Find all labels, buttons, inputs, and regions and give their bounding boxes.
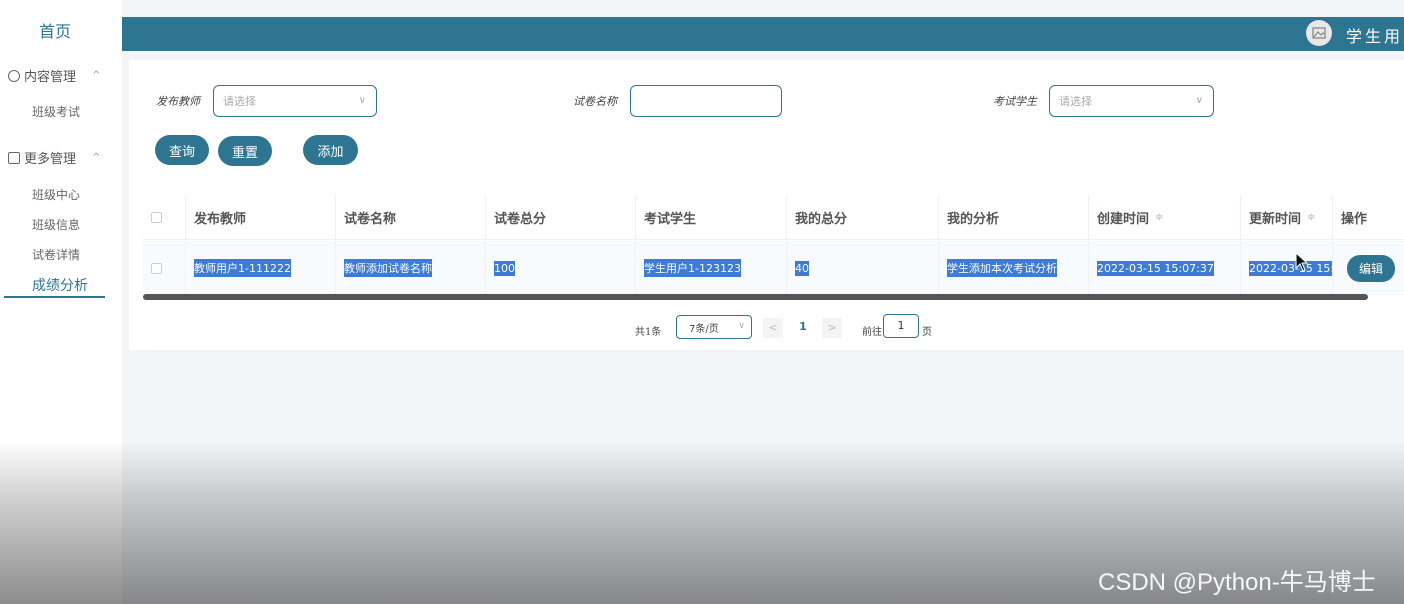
cell-my-total-text: 40: [795, 260, 809, 276]
cell-teacher-text: 教师用户1-111222: [194, 259, 291, 277]
sidebar-item-class-exam[interactable]: 班级考试: [32, 103, 80, 120]
mouse-cursor-icon: [1295, 252, 1309, 272]
cell-action: 编辑: [1332, 241, 1404, 295]
cell-updated: 2022-03-15 15:: [1240, 241, 1332, 295]
goto-page-input[interactable]: 1: [883, 314, 919, 338]
column-header-action: 操作: [1332, 195, 1404, 239]
cell-my-analysis: 学生添加本次考试分析: [938, 241, 1088, 295]
column-header-updated[interactable]: 更新时间 ≑: [1240, 195, 1332, 239]
student-filter-select[interactable]: 请选择 ∨: [1049, 85, 1214, 117]
sidebar-group-label: 内容管理: [24, 70, 77, 85]
active-indicator: [4, 296, 105, 298]
column-header-student: 考试学生: [635, 195, 786, 239]
add-button[interactable]: 添加: [303, 135, 358, 165]
page-suffix-label: 页: [922, 327, 932, 338]
select-all-checkbox[interactable]: [151, 211, 162, 223]
row-select-cell: [143, 241, 185, 295]
sidebar-home-link[interactable]: 首页: [0, 18, 110, 42]
teacher-filter-label: 发布教师: [156, 95, 200, 108]
column-header-my-analysis: 我的分析: [938, 195, 1088, 239]
column-header-created[interactable]: 创建时间 ≑: [1088, 195, 1240, 239]
cell-student: 学生用户1-123123: [635, 241, 786, 295]
sidebar-item-class-center[interactable]: 班级中心: [32, 186, 80, 203]
created-header-label: 创建时间: [1097, 211, 1150, 227]
sidebar-group-content[interactable]: 内容管理 ^: [8, 66, 100, 85]
teacher-filter-placeholder: 请选择: [223, 95, 256, 108]
cell-student-text: 学生用户1-123123: [644, 259, 741, 277]
reset-button[interactable]: 重置: [218, 136, 272, 166]
pagination-total: 共1条: [635, 327, 662, 338]
column-header-my-total: 我的总分: [786, 195, 938, 239]
user-name[interactable]: 学生用户: [1346, 23, 1404, 47]
table-header: 发布教师 试卷名称 试卷总分 考试学生 我的总分 我的分析 创建时间 ≑ 更新时…: [143, 195, 1404, 240]
sort-icon[interactable]: ≑: [1307, 212, 1315, 223]
student-filter-label: 考试学生: [993, 95, 1037, 108]
prev-page-button[interactable]: <: [763, 318, 783, 338]
paper-name-label: 试卷名称: [573, 95, 617, 108]
student-filter-placeholder: 请选择: [1059, 95, 1092, 108]
page-size-value: 7条/页: [689, 323, 719, 335]
sidebar-group-label: 更多管理: [24, 152, 77, 167]
avatar[interactable]: [1306, 20, 1332, 46]
cell-paper-name-text: 教师添加试卷名称: [344, 259, 432, 277]
goto-label: 前往: [862, 327, 882, 338]
page-size-select[interactable]: 7条/页 ∨: [676, 315, 752, 339]
paper-name-input[interactable]: [630, 85, 782, 117]
copy-icon: [8, 151, 20, 164]
sidebar-item-score-analysis[interactable]: 成绩分析: [32, 275, 88, 295]
cell-teacher: 教师用户1-111222: [185, 241, 335, 295]
page-number-current[interactable]: 1: [789, 316, 817, 338]
sidebar-item-class-info[interactable]: 班级信息: [32, 216, 80, 233]
watermark-text: CSDN @Python-牛马博士: [1098, 569, 1376, 596]
table-row[interactable]: 教师用户1-111222 教师添加试卷名称 100 学生用户1-123123 4…: [143, 241, 1404, 295]
cell-paper-total: 100: [485, 241, 635, 295]
cell-my-total: 40: [786, 241, 938, 295]
cell-paper-name: 教师添加试卷名称: [335, 241, 485, 295]
teacher-filter-select[interactable]: 请选择 ∨: [213, 85, 377, 117]
sidebar-group-more[interactable]: 更多管理 ^: [8, 148, 100, 167]
cell-updated-text: 2022-03-15 15:: [1249, 260, 1332, 276]
chevron-down-icon: ∨: [738, 321, 745, 331]
sidebar-item-paper-detail[interactable]: 试卷详情: [32, 246, 80, 263]
cell-paper-total-text: 100: [494, 260, 515, 276]
sort-icon[interactable]: ≑: [1155, 212, 1163, 223]
horizontal-scrollbar[interactable]: [143, 294, 1368, 300]
sidebar: 首页 内容管理 ^ 班级考试 更多管理 ^ 班级中心 班级信息 试卷详情 成绩分…: [0, 0, 122, 604]
cell-my-analysis-text: 学生添加本次考试分析: [947, 259, 1057, 277]
select-all-cell: [143, 195, 185, 239]
chevron-up-icon: ^: [92, 70, 101, 81]
edit-button[interactable]: 编辑: [1347, 254, 1396, 282]
image-icon: [1312, 27, 1326, 39]
chat-icon: [8, 69, 20, 82]
column-header-paper-total: 试卷总分: [485, 195, 635, 239]
chevron-up-icon: ^: [92, 152, 101, 163]
top-header: 学生用户: [122, 17, 1404, 51]
chevron-down-icon: ∨: [358, 95, 366, 106]
column-header-teacher: 发布教师: [185, 195, 335, 239]
main-panel: 发布教师 请选择 ∨ 试卷名称 考试学生 请选择 ∨ 查询 重置 添加 发布教师…: [129, 60, 1404, 350]
next-page-button[interactable]: >: [822, 318, 842, 338]
updated-header-label: 更新时间: [1249, 211, 1302, 227]
cell-created-text: 2022-03-15 15:07:37: [1097, 260, 1214, 276]
chevron-down-icon: ∨: [1195, 95, 1203, 106]
row-checkbox[interactable]: [151, 262, 162, 274]
column-header-paper-name: 试卷名称: [335, 195, 485, 239]
cell-created: 2022-03-15 15:07:37: [1088, 241, 1240, 295]
query-button[interactable]: 查询: [155, 135, 209, 165]
